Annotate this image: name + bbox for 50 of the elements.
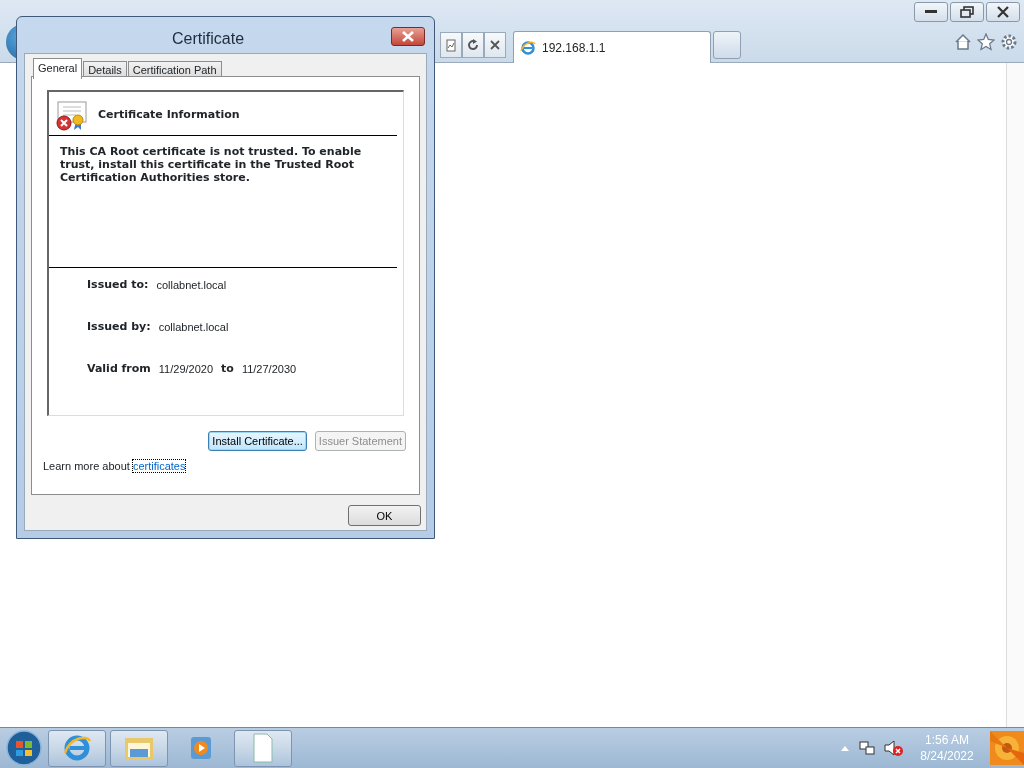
close-icon bbox=[402, 31, 414, 42]
browser-icon bbox=[520, 39, 536, 56]
taskbar-button[interactable] bbox=[48, 729, 106, 767]
browser-icon bbox=[62, 733, 92, 763]
restore-button[interactable] bbox=[950, 2, 984, 22]
taskbar-button[interactable] bbox=[110, 729, 168, 767]
refresh-icon bbox=[467, 39, 479, 51]
clock-date: 8/24/2022 bbox=[919, 748, 975, 764]
close-icon bbox=[490, 40, 500, 50]
muted-speaker-icon[interactable] bbox=[884, 739, 904, 757]
close-button[interactable] bbox=[391, 27, 425, 46]
minimize-icon bbox=[925, 10, 937, 14]
trust-message: This CA Root certificate is not trusted. To enable trust, install this certificate in the Trusted Root Certification Authorities store. bbox=[49, 136, 397, 268]
field-label: Issued by: bbox=[87, 318, 151, 335]
dialog-button[interactable]: Install Certificate... bbox=[208, 431, 307, 451]
section-heading: Certificate Information bbox=[98, 107, 240, 124]
page-icon bbox=[446, 38, 456, 52]
field-value: collabnet.local bbox=[158, 319, 229, 335]
scrollbar[interactable] bbox=[1006, 63, 1024, 727]
close-icon bbox=[997, 6, 1009, 18]
field-value: collabnet.local bbox=[156, 277, 227, 293]
field-label: Issued to: bbox=[87, 276, 149, 293]
taskbar-button[interactable] bbox=[234, 729, 292, 767]
field-label: Valid from bbox=[87, 360, 151, 377]
clock-time: 1:56 AM bbox=[924, 732, 970, 748]
restore-icon bbox=[960, 6, 974, 18]
certificates-link[interactable]: certificates bbox=[132, 460, 186, 472]
start-button[interactable] bbox=[4, 729, 44, 767]
compatibility-button[interactable] bbox=[440, 32, 462, 58]
settings-icon[interactable] bbox=[1000, 33, 1018, 51]
field-value: 11/27/2030 bbox=[241, 361, 297, 377]
close-button[interactable] bbox=[986, 2, 1020, 22]
tab-label: 192.168.1.1 bbox=[542, 39, 606, 57]
refresh-button[interactable] bbox=[462, 32, 484, 58]
browser-tab[interactable]: 192.168.1.1 bbox=[513, 31, 711, 63]
home-icon[interactable] bbox=[954, 33, 972, 51]
network-icon[interactable] bbox=[858, 739, 876, 757]
new-tab-button[interactable] bbox=[713, 31, 741, 59]
field-value: 11/29/2020 bbox=[158, 361, 214, 377]
star-icon[interactable] bbox=[977, 33, 995, 51]
minimize-button[interactable] bbox=[914, 2, 948, 22]
ok-button[interactable]: OK bbox=[348, 505, 421, 526]
untrusted-certificate-icon bbox=[56, 100, 88, 131]
stop-button[interactable] bbox=[484, 32, 506, 58]
field-label: to bbox=[221, 360, 234, 377]
dialog-tab[interactable]: General bbox=[33, 58, 83, 79]
dialog-button: Issuer Statement bbox=[314, 431, 406, 451]
learn-more-text: Learn more about bbox=[43, 460, 130, 472]
dialog-title: Certificate bbox=[172, 29, 245, 49]
document-icon bbox=[252, 733, 274, 763]
